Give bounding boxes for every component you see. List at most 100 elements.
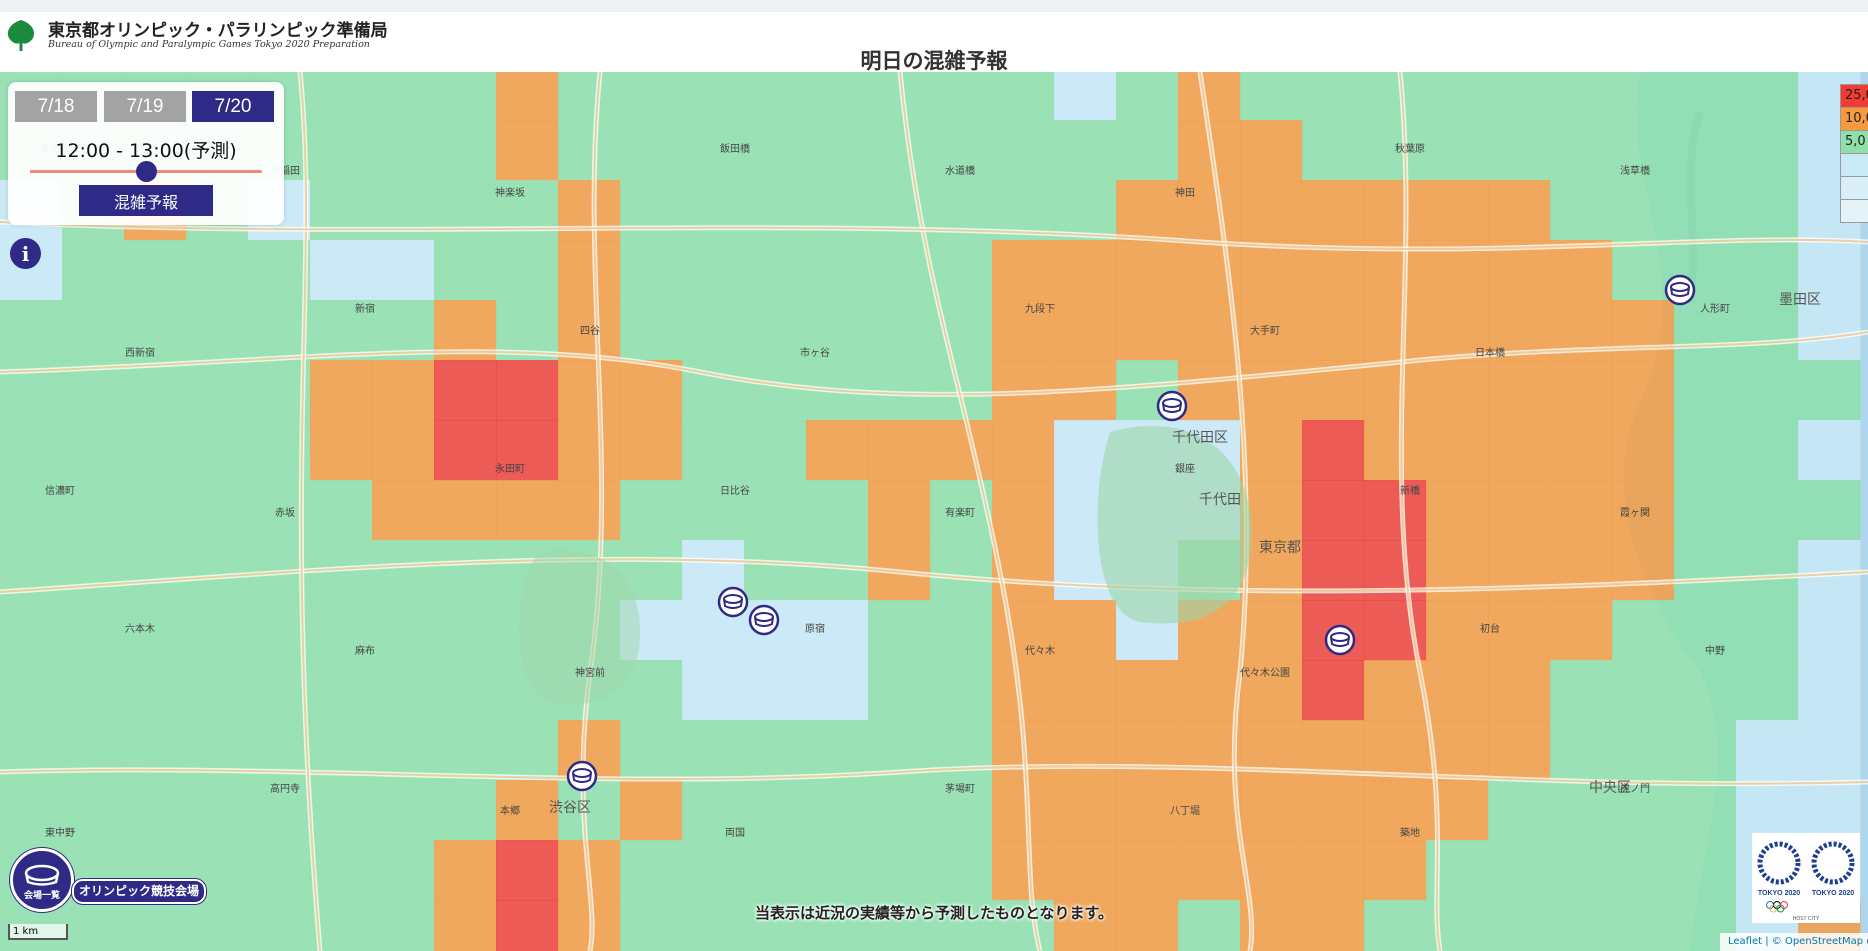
congestion-cell	[1736, 540, 1799, 601]
congestion-cell	[186, 660, 249, 721]
congestion-cell	[1736, 180, 1799, 241]
congestion-cell	[1364, 360, 1427, 421]
congestion-cell	[1054, 72, 1117, 121]
place-label: 東中野	[45, 826, 75, 839]
congestion-cell	[806, 780, 869, 841]
congestion-cell	[1674, 72, 1737, 121]
congestion-cell	[1798, 720, 1861, 781]
congestion-cell	[248, 660, 311, 721]
congestion-cell	[186, 600, 249, 661]
place-label: 霞ヶ関	[1620, 507, 1650, 519]
congestion-cell	[868, 240, 931, 301]
congestion-cell	[1550, 840, 1613, 901]
place-label: 秋葉原	[1395, 142, 1425, 155]
congestion-cell	[1488, 72, 1551, 121]
congestion-cell	[1116, 720, 1179, 781]
place-label: 代々木公園	[1240, 667, 1290, 679]
time-slider[interactable]	[30, 161, 262, 182]
congestion-cell	[496, 240, 559, 301]
congestion-cell	[1674, 780, 1737, 841]
congestion-cell	[1240, 360, 1303, 421]
congestion-cell	[186, 240, 249, 301]
congestion-cell	[1612, 540, 1675, 601]
congestion-cell	[682, 660, 745, 721]
place-label: 築地	[1400, 826, 1420, 839]
place-label: 両国	[725, 827, 745, 839]
congestion-cell	[1488, 420, 1551, 481]
congestion-cell	[806, 240, 869, 301]
place-label: 水道橋	[945, 164, 975, 177]
congestion-cell	[992, 840, 1055, 901]
congestion-cell	[186, 540, 249, 601]
congestion-cell	[1054, 720, 1117, 781]
congestion-cell	[372, 840, 435, 901]
congestion-cell	[806, 480, 869, 541]
stadium-icon[interactable]	[1156, 390, 1188, 422]
congestion-cell	[992, 240, 1055, 301]
place-label: 有楽町	[945, 506, 975, 519]
place-label: 銀座	[1175, 462, 1195, 475]
congestion-cell	[1426, 480, 1489, 541]
congestion-cell	[1550, 600, 1613, 661]
place-label: 九段下	[1025, 302, 1055, 315]
congestion-cell	[1612, 720, 1675, 781]
congestion-cell	[434, 720, 497, 781]
stadium-icon[interactable]	[717, 586, 749, 618]
map-attribution[interactable]: Leaflet | © OpenStreetMap c	[1720, 933, 1868, 951]
congestion-cell	[1674, 720, 1737, 781]
date-button-0[interactable]: 7/18	[15, 91, 97, 122]
info-icon[interactable]: i	[10, 238, 41, 269]
time-slider-thumb[interactable]	[136, 161, 157, 182]
congestion-cell	[1736, 120, 1799, 181]
congestion-cell	[930, 240, 993, 301]
congestion-cell	[1364, 840, 1427, 901]
congestion-cell	[310, 420, 373, 481]
congestion-cell	[682, 240, 745, 301]
congestion-cell	[1178, 360, 1241, 421]
congestion-cell	[62, 660, 125, 721]
olympic-venues-button[interactable]: オリンピック競技会場	[72, 879, 207, 904]
congestion-cell	[62, 300, 125, 361]
paralympic-emblem-icon	[1811, 841, 1855, 885]
tokyo2020-emblem: TOKYO 2020 TOKYO 2020 HOST CITY	[1752, 833, 1860, 923]
host-city-label: HOST CITY	[1793, 916, 1820, 922]
congestion-cell	[1488, 180, 1551, 241]
congestion-cell	[744, 360, 807, 421]
date-button-2[interactable]: 7/20	[192, 91, 274, 122]
congestion-cell	[930, 600, 993, 661]
congestion-cell	[620, 240, 683, 301]
date-button-1[interactable]: 7/19	[104, 91, 186, 122]
congestion-cell	[992, 72, 1055, 121]
congestion-cell	[0, 300, 63, 361]
congestion-cell	[1550, 360, 1613, 421]
congestion-cell	[620, 120, 683, 181]
congestion-cell	[558, 420, 621, 481]
congestion-cell	[1798, 780, 1861, 841]
congestion-cell	[1736, 360, 1799, 421]
congestion-cell	[372, 72, 435, 121]
place-label: 赤坂	[275, 507, 295, 519]
congestion-cell	[434, 840, 497, 901]
ward-label: 東京都	[1259, 540, 1301, 556]
congestion-cell	[124, 240, 187, 301]
congestion-cell	[1612, 420, 1675, 481]
congestion-cell	[682, 720, 745, 781]
forecast-button[interactable]: 混雑予報	[79, 185, 213, 216]
congestion-cell	[620, 300, 683, 361]
congestion-cell	[558, 72, 621, 121]
congestion-cell	[992, 120, 1055, 181]
congestion-cell	[1798, 300, 1861, 361]
place-label: 飯田橋	[720, 142, 750, 155]
congestion-cell	[682, 180, 745, 241]
place-label: 代々木	[1025, 645, 1055, 657]
congestion-cell	[1736, 72, 1799, 121]
stadium-icon[interactable]	[748, 604, 780, 636]
congestion-cell	[1612, 660, 1675, 721]
congestion-cell	[1302, 120, 1365, 181]
congestion-cell	[310, 120, 373, 181]
stadium-icon[interactable]	[1664, 274, 1696, 306]
congestion-cell	[992, 480, 1055, 541]
stadium-icon[interactable]	[566, 760, 598, 792]
stadium-icon[interactable]	[1324, 624, 1356, 656]
congestion-cell	[186, 480, 249, 541]
